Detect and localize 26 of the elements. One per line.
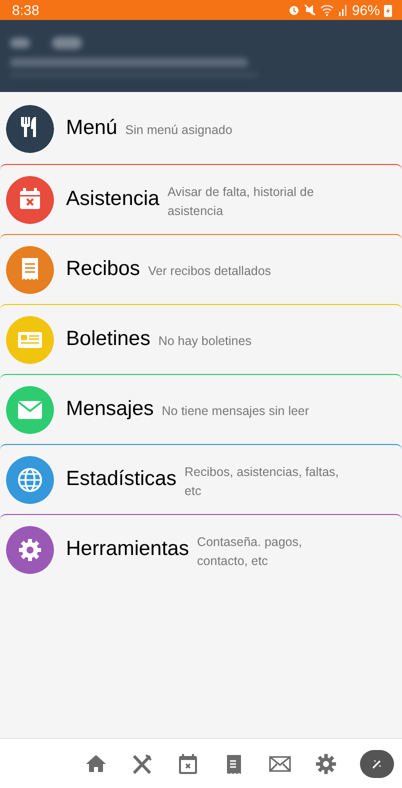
battery-percent: 96% <box>352 0 380 20</box>
magic-wand-button[interactable] <box>360 750 394 778</box>
item-title: Boletines <box>66 326 150 352</box>
item-description: Avisar de falta, historial de asistencia <box>167 184 315 220</box>
item-title: Recibos <box>66 256 140 282</box>
fork-knife-nav-button[interactable] <box>130 752 154 776</box>
item-description: Sin menú asignado <box>125 122 234 140</box>
mute-icon <box>304 4 316 16</box>
item-title: Mensajes <box>66 396 154 422</box>
battery-icon <box>384 4 392 16</box>
status-time: 8:38 <box>12 0 40 20</box>
gear-nav-button[interactable] <box>314 752 338 776</box>
item-description: Ver recibos detallados <box>148 263 272 280</box>
magic-wand-icon <box>371 758 383 770</box>
item-description: No tiene mensajes sin leer <box>162 403 310 420</box>
item-title: Estadísticas <box>66 466 177 492</box>
item-description: No hay boletines <box>158 333 252 350</box>
wifi-icon <box>320 4 334 16</box>
item-title: Asistencia <box>66 186 160 212</box>
item-title: Menú <box>66 115 118 142</box>
item-description: Recibos, asistencias, faltas, etc <box>184 464 340 500</box>
signal-icon <box>338 4 348 16</box>
alarm-icon <box>288 4 300 16</box>
item-title: Herramientas <box>66 536 190 562</box>
calendar-x-nav-button[interactable] <box>176 752 200 776</box>
item-description: Contaseña. pagos, contacto, etc <box>197 534 303 570</box>
